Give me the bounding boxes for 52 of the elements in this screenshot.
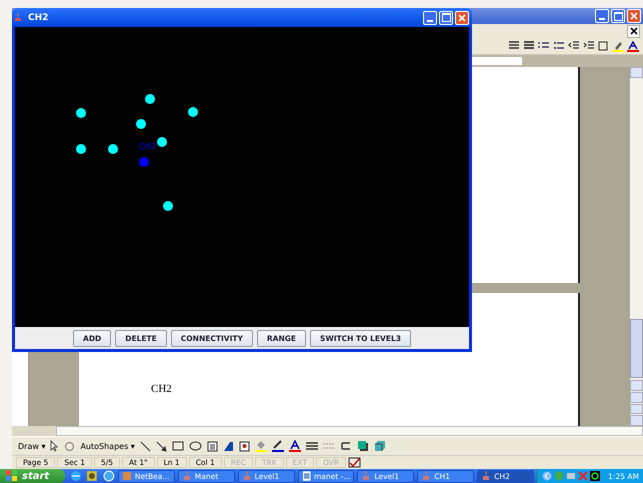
arrow-icon[interactable] xyxy=(156,440,167,452)
font-color-icon[interactable] xyxy=(627,40,639,52)
text-box-icon[interactable] xyxy=(206,440,218,452)
outdent-icon[interactable] xyxy=(568,41,580,51)
globe-icon[interactable] xyxy=(103,470,115,482)
draw-menu[interactable]: Draw ▾ xyxy=(18,442,46,450)
close-button[interactable] xyxy=(627,9,641,23)
close-document-button[interactable] xyxy=(627,24,640,38)
minimize-button[interactable] xyxy=(423,10,437,24)
highlighter-icon[interactable] xyxy=(612,40,624,52)
clip-art-icon[interactable] xyxy=(238,440,250,452)
vertical-scrollbar[interactable] xyxy=(630,67,643,426)
oval-icon[interactable] xyxy=(188,441,202,451)
java-cup-icon xyxy=(14,12,23,23)
close-icon xyxy=(458,14,466,22)
spelling-status-icon xyxy=(348,457,362,468)
minimize-button[interactable] xyxy=(595,9,609,23)
close-icon xyxy=(630,27,638,35)
3d-icon[interactable] xyxy=(374,440,386,452)
border-icon[interactable] xyxy=(598,41,609,51)
cube-icon xyxy=(122,471,132,481)
pointer-icon[interactable] xyxy=(50,440,60,452)
cup-icon xyxy=(361,471,372,481)
close-button[interactable] xyxy=(455,10,469,24)
node-label: CH2 xyxy=(139,142,156,151)
autoshapes-menu[interactable]: AutoShapes ▾ xyxy=(80,442,135,450)
line-style-icon[interactable] xyxy=(306,441,318,451)
window-title: CH2 xyxy=(28,12,48,22)
fill-color-icon[interactable] xyxy=(254,440,267,452)
media-icon[interactable] xyxy=(86,470,98,482)
restore-button[interactable] xyxy=(611,9,625,23)
indent-icon[interactable] xyxy=(583,41,595,51)
rectangle-icon[interactable] xyxy=(172,441,184,451)
maximize-button[interactable] xyxy=(439,10,453,24)
cup-icon xyxy=(242,471,252,481)
cup-icon xyxy=(481,471,492,481)
wordart-icon[interactable] xyxy=(222,440,234,452)
bullet-list-icon[interactable] xyxy=(553,41,565,51)
windows-logo-icon xyxy=(6,470,18,482)
line-icon[interactable] xyxy=(140,440,151,452)
document-text: CH2 xyxy=(151,383,172,395)
cup-icon xyxy=(421,471,432,481)
line-color-icon[interactable] xyxy=(272,440,284,452)
horizontal-scrollbar[interactable] xyxy=(56,426,643,436)
numbered-list-icon[interactable] xyxy=(538,41,550,51)
align-icon[interactable] xyxy=(508,41,520,51)
font-color-icon[interactable] xyxy=(288,440,301,452)
justify-icon[interactable] xyxy=(523,41,535,51)
document-icon xyxy=(302,471,311,481)
shadow-icon[interactable] xyxy=(356,440,369,452)
close-icon xyxy=(630,12,638,20)
cup-icon xyxy=(182,471,192,481)
